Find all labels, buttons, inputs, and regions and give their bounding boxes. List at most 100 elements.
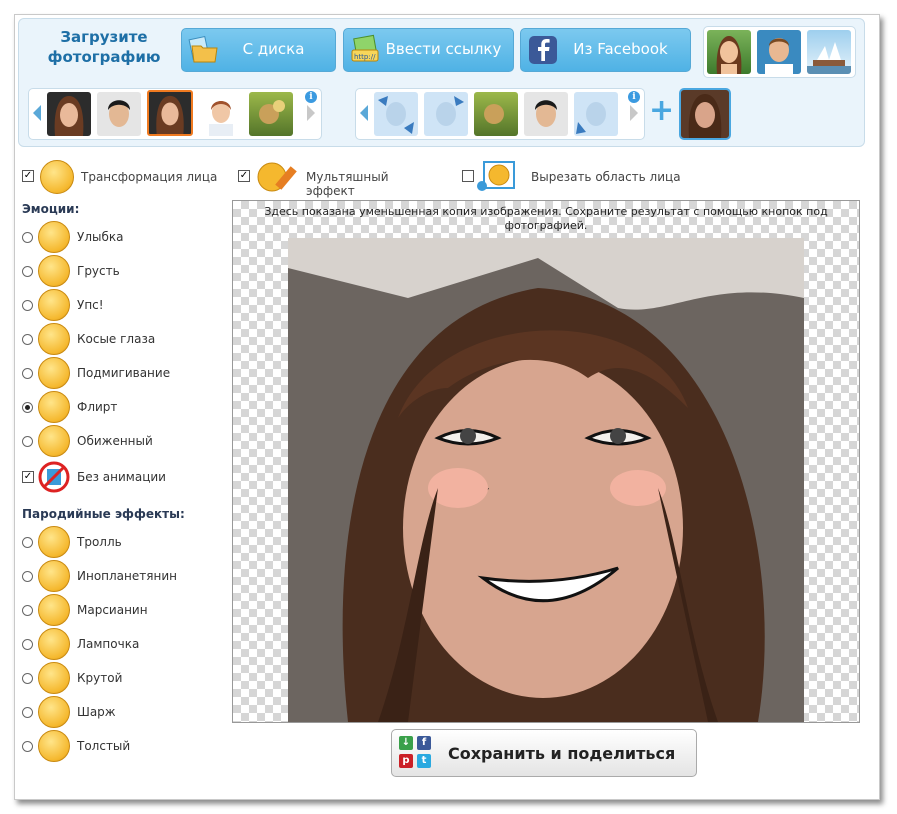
radio[interactable] (22, 368, 33, 379)
option-label: Подмигивание (77, 366, 171, 380)
alien-emoji-icon (38, 560, 70, 592)
radio[interactable] (22, 334, 33, 345)
sample-photo[interactable] (757, 30, 801, 74)
from-facebook-label: Из Facebook (573, 40, 668, 58)
radio[interactable] (22, 300, 33, 311)
cartoon-icon (257, 162, 297, 192)
option-label: Толстый (77, 739, 131, 753)
no-animation-toggle[interactable]: ✓ Без анимации (22, 461, 222, 493)
enter-link-label: Ввести ссылку (385, 40, 502, 58)
cool-emoji-icon (38, 662, 70, 694)
radio[interactable] (22, 537, 33, 548)
radio[interactable] (22, 571, 33, 582)
emotion-option-flirt[interactable]: Флирт (22, 391, 222, 423)
option-label: Марсианин (77, 603, 148, 617)
face-transform-label: Трансформация лица (81, 170, 218, 184)
crop-face-icon (477, 161, 515, 191)
download-icon: ↓ (399, 736, 413, 750)
emotion-option-wink[interactable]: Подмигивание (22, 357, 222, 389)
sample-photos (703, 26, 856, 78)
parody-option-cool[interactable]: Крутой (22, 662, 222, 694)
face-transform-toggle[interactable]: ✓ Трансформация лица (22, 160, 222, 194)
surprised-emoji-icon (38, 289, 70, 321)
option-label: Улыбка (77, 230, 124, 244)
fat-emoji-icon (38, 730, 70, 762)
flirt-emoji-icon (38, 391, 70, 423)
caricature-emoji-icon (38, 696, 70, 728)
smile-emoji-icon (38, 221, 70, 253)
emotion-option-offended[interactable]: Обиженный (22, 425, 222, 457)
twitter-icon: t (417, 754, 431, 768)
result-thumb[interactable] (474, 92, 518, 136)
photo-thumb[interactable] (47, 92, 91, 136)
option-label: Лампочка (77, 637, 140, 651)
cartoon-effect-label: Мультяшный эффект (306, 170, 389, 198)
wink-emoji-icon (38, 357, 70, 389)
parody-option-martian[interactable]: Марсианин (22, 594, 222, 626)
emotion-option-cross-eyed[interactable]: Косые глаза (22, 323, 222, 355)
cross-eyed-emoji-icon (38, 323, 70, 355)
sad-emoji-icon (38, 255, 70, 287)
radio-selected[interactable] (22, 402, 33, 413)
option-label: Инопланетянин (77, 569, 177, 583)
upload-from-disk-label: С диска (242, 40, 305, 58)
upload-title: Загрузите фотографию (47, 28, 161, 66)
parody-option-fat[interactable]: Толстый (22, 730, 222, 762)
radio[interactable] (22, 605, 33, 616)
from-facebook-button[interactable]: Из Facebook (520, 28, 691, 72)
result-thumb[interactable] (524, 92, 568, 136)
info-icon[interactable]: i (628, 91, 640, 103)
parody-option-troll[interactable]: Тролль (22, 526, 222, 558)
radio[interactable] (22, 741, 33, 752)
info-icon[interactable]: i (305, 91, 317, 103)
parody-option-bulb[interactable]: Лампочка (22, 628, 222, 660)
strip-next-arrow[interactable] (307, 105, 315, 121)
pinterest-icon: p (399, 754, 413, 768)
photo-thumb-selected[interactable] (147, 90, 193, 136)
results-next-arrow[interactable] (630, 105, 638, 121)
photo-thumb[interactable] (199, 92, 243, 136)
parody-option-caricature[interactable]: Шарж (22, 696, 222, 728)
face-transform-checkbox[interactable]: ✓ (22, 170, 34, 182)
result-thumb[interactable] (374, 92, 418, 136)
sample-photo[interactable] (807, 30, 851, 74)
photo-thumb[interactable] (97, 92, 141, 136)
save-and-share-button[interactable]: ↓ f p t Сохранить и поделиться (391, 729, 697, 777)
sample-photo[interactable] (707, 30, 751, 74)
crop-face-toggle[interactable]: Вырезать область лица (462, 160, 682, 194)
radio[interactable] (22, 436, 33, 447)
no-animation-checkbox[interactable]: ✓ (22, 471, 34, 483)
emotions-heading: Эмоции: (22, 202, 80, 216)
radio[interactable] (22, 673, 33, 684)
radio[interactable] (22, 639, 33, 650)
emotion-option-sad[interactable]: Грусть (22, 255, 222, 287)
option-label: Упс! (77, 298, 104, 312)
strip-prev-arrow[interactable] (33, 105, 41, 121)
current-result-thumb[interactable] (679, 88, 731, 140)
option-label: Шарж (77, 705, 116, 719)
result-thumb[interactable] (424, 92, 468, 136)
crop-face-checkbox[interactable] (462, 170, 474, 182)
emotion-option-smile[interactable]: Улыбка (22, 221, 222, 253)
parody-heading: Пародийные эффекты: (22, 507, 185, 521)
cartoon-effect-checkbox[interactable]: ✓ (238, 170, 250, 182)
option-label: Косые глаза (77, 332, 156, 346)
parody-option-alien[interactable]: Инопланетянин (22, 560, 222, 592)
upload-from-disk-button[interactable]: С диска (181, 28, 336, 72)
radio[interactable] (22, 707, 33, 718)
emotion-option-oops[interactable]: Упс! (22, 289, 222, 321)
preview-notice: Здесь показана уменьшенная копия изображ… (264, 205, 828, 232)
option-label: Флирт (77, 400, 118, 414)
option-label: Без анимации (77, 470, 166, 484)
photo-thumb[interactable] (249, 92, 293, 136)
save-and-share-label: Сохранить и поделиться (448, 744, 676, 763)
enter-link-button[interactable]: http:// Ввести ссылку (343, 28, 514, 72)
cartoon-preview-image (288, 238, 804, 722)
result-thumb[interactable] (574, 92, 618, 136)
radio[interactable] (22, 266, 33, 277)
results-prev-arrow[interactable] (360, 105, 368, 121)
plus-icon: + (649, 93, 675, 128)
cartoon-effect-toggle[interactable]: ✓ Мультяшный эффект (238, 160, 438, 198)
radio[interactable] (22, 232, 33, 243)
recent-photos-strip: i (28, 88, 322, 140)
